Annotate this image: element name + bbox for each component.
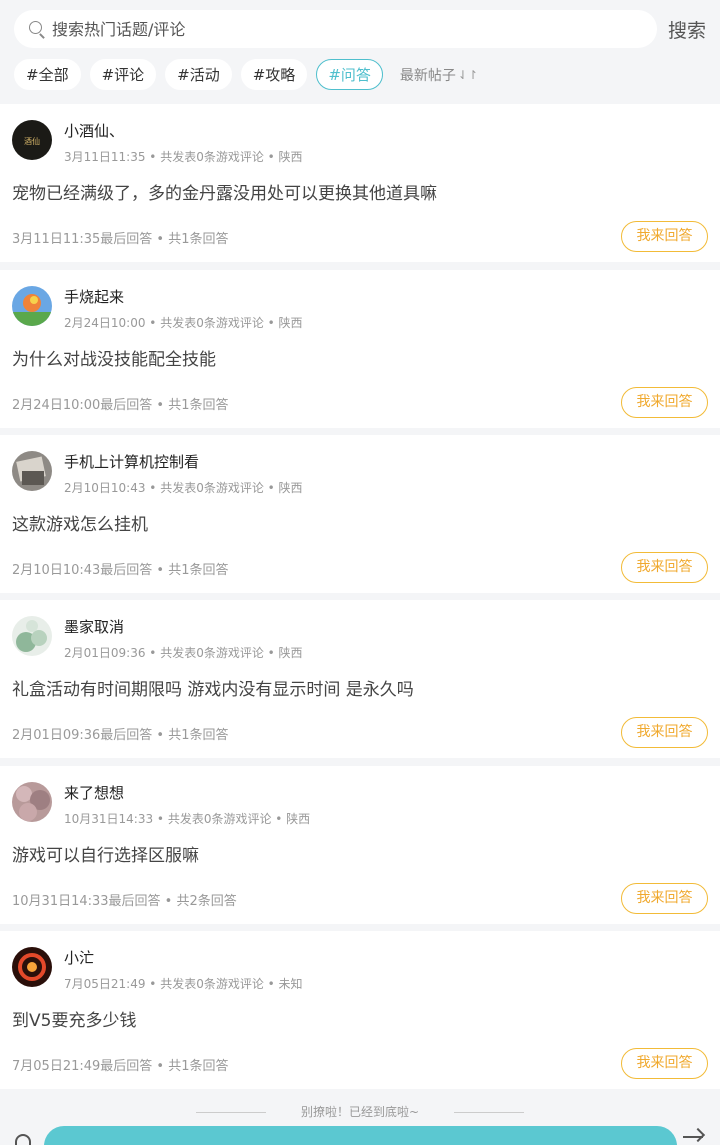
question-text[interactable]: 到V5要充多少钱 — [12, 1006, 136, 1031]
divider — [195, 1112, 266, 1113]
divider — [454, 1112, 525, 1113]
question-text[interactable]: 宠物已经满级了，多的金丹露没用处可以更换其他道具嘛 — [12, 179, 437, 204]
header: 搜索 #全部 #评论 #活动 #攻略 #问答 最新帖子 ⇃↾ — [0, 0, 720, 104]
answer-button[interactable]: 我来回答 — [621, 717, 708, 748]
avatar[interactable] — [12, 782, 52, 822]
tag-guide[interactable]: #攻略 — [240, 59, 308, 90]
back-icon[interactable] — [15, 1134, 31, 1145]
answer-info: 2月10日10:43最后回答 • 共1条回答 — [12, 563, 229, 578]
answer-info: 2月24日10:00最后回答 • 共1条回答 — [12, 398, 229, 413]
answer-info: 10月31日14:33最后回答 • 共2条回答 — [12, 894, 237, 909]
tag-review[interactable]: #评论 — [89, 59, 157, 90]
tag-bar: #全部 #评论 #活动 #攻略 #问答 最新帖子 ⇃↾ — [14, 59, 478, 90]
ask-question-bar[interactable] — [44, 1126, 677, 1145]
question-text[interactable]: 这款游戏怎么挂机 — [12, 510, 148, 535]
svg-text:酒仙: 酒仙 — [24, 136, 40, 146]
search-input[interactable] — [52, 19, 632, 39]
post-card[interactable]: 酒仙 小酒仙、 3月11日11:35 • 共发表0条游戏评论 • 陕西 宠物已经… — [0, 104, 720, 262]
post-card[interactable]: 手机上计算机控制看 2月10日10:43 • 共发表0条游戏评论 • 陕西 这款… — [0, 435, 720, 593]
answer-button[interactable]: 我来回答 — [621, 221, 708, 252]
sort-label: 最新帖子 — [399, 67, 456, 84]
answer-button[interactable]: 我来回答 — [621, 883, 708, 914]
avatar[interactable] — [12, 451, 52, 491]
post-meta: 2月01日09:36 • 共发表0条游戏评论 • 陕西 — [64, 646, 303, 660]
question-text[interactable]: 礼盒活动有时间期限吗 游戏内没有显示时间 是永久吗 — [12, 675, 414, 700]
search-box[interactable] — [14, 10, 657, 48]
avatar[interactable] — [12, 286, 52, 326]
tag-all[interactable]: #全部 — [14, 59, 81, 90]
end-text: 别撩啦！已经到底啦~ — [300, 1105, 420, 1119]
username[interactable]: 小汒 — [64, 947, 94, 968]
answer-button[interactable]: 我来回答 — [621, 1048, 708, 1079]
username[interactable]: 小酒仙、 — [64, 120, 124, 141]
post-meta: 10月31日14:33 • 共发表0条游戏评论 • 陕西 — [64, 812, 311, 826]
answer-info: 2月01日09:36最后回答 • 共1条回答 — [12, 728, 229, 743]
avatar[interactable]: 酒仙 — [12, 120, 52, 160]
question-text[interactable]: 游戏可以自行选择区服嘛 — [12, 841, 199, 866]
username[interactable]: 墨家取消 — [64, 616, 124, 637]
post-card[interactable]: 手烧起来 2月24日10:00 • 共发表0条游戏评论 • 陕西 为什么对战没技… — [0, 270, 720, 428]
username[interactable]: 手烧起来 — [64, 286, 124, 307]
search-button[interactable]: 搜索 — [668, 16, 706, 43]
answer-info: 7月05日21:49最后回答 • 共1条回答 — [12, 1059, 229, 1074]
avatar[interactable] — [12, 616, 52, 656]
avatar[interactable] — [12, 947, 52, 987]
sort-selector[interactable]: 最新帖子 ⇃↾ — [400, 65, 478, 85]
answer-info: 3月11日11:35最后回答 • 共1条回答 — [12, 232, 229, 247]
answer-button[interactable]: 我来回答 — [621, 552, 708, 583]
share-icon[interactable] — [683, 1136, 703, 1145]
post-meta: 3月11日11:35 • 共发表0条游戏评论 • 陕西 — [64, 150, 303, 164]
post-card[interactable]: 墨家取消 2月01日09:36 • 共发表0条游戏评论 • 陕西 礼盒活动有时间… — [0, 600, 720, 758]
tag-event[interactable]: #活动 — [165, 59, 232, 90]
search-icon — [28, 20, 46, 38]
post-meta: 7月05日21:49 • 共发表0条游戏评论 • 未知 — [64, 977, 303, 991]
tag-qa[interactable]: #问答 — [316, 59, 383, 90]
username[interactable]: 手机上计算机控制看 — [64, 451, 199, 472]
post-card[interactable]: 小汒 7月05日21:49 • 共发表0条游戏评论 • 未知 到V5要充多少钱 … — [0, 931, 720, 1089]
post-card[interactable]: 来了想想 10月31日14:33 • 共发表0条游戏评论 • 陕西 游戏可以自行… — [0, 766, 720, 924]
answer-button[interactable]: 我来回答 — [621, 387, 708, 418]
username[interactable]: 来了想想 — [64, 782, 124, 803]
question-text[interactable]: 为什么对战没技能配全技能 — [12, 345, 216, 370]
sort-arrows-icon: ⇃↾ — [457, 67, 478, 82]
post-meta: 2月24日10:00 • 共发表0条游戏评论 • 陕西 — [64, 316, 303, 330]
post-meta: 2月10日10:43 • 共发表0条游戏评论 • 陕西 — [64, 481, 303, 495]
end-of-list: 别撩啦！已经到底啦~ — [0, 1103, 720, 1120]
